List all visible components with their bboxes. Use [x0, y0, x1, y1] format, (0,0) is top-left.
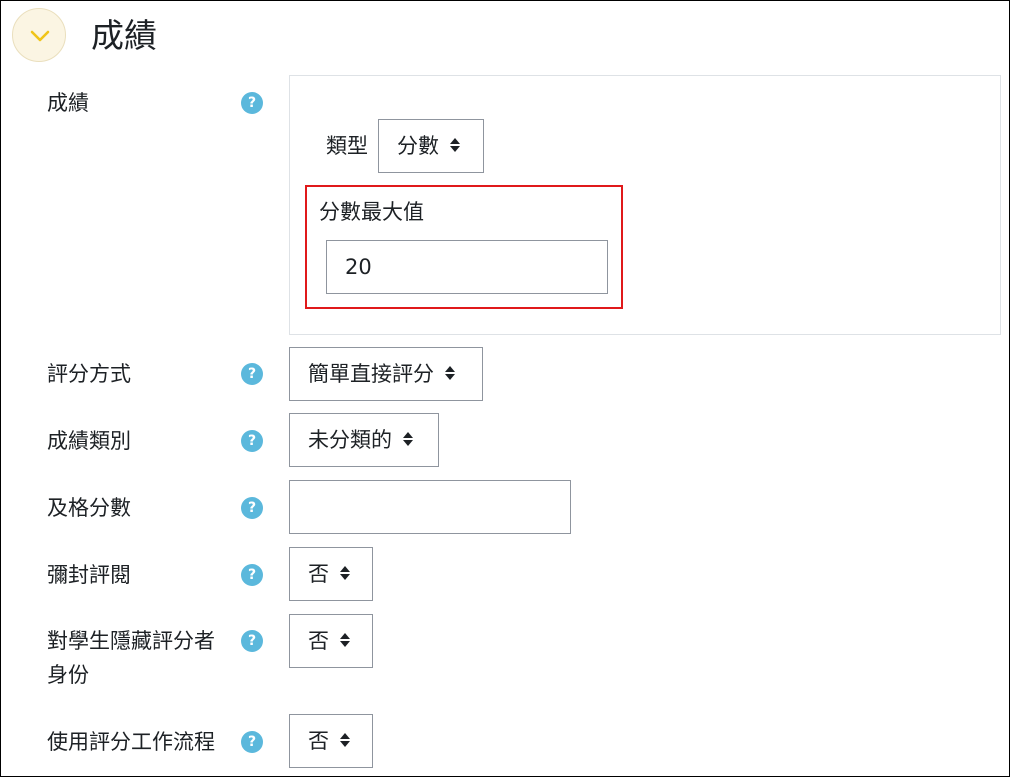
pass-grade-help-icon[interactable]: ? — [241, 497, 263, 519]
grade-category-select[interactable]: 未分類的 — [289, 413, 439, 467]
marking-workflow-select[interactable]: 否 — [289, 714, 373, 768]
max-grade-input[interactable]: 20 — [326, 240, 608, 294]
blind-marking-select[interactable]: 否 — [289, 547, 373, 601]
grading-method-value: 簡單直接評分 — [308, 362, 434, 386]
blind-marking-help-icon[interactable]: ? — [241, 564, 263, 586]
grade-help-icon[interactable]: ? — [241, 92, 263, 114]
blind-marking-value: 否 — [308, 562, 329, 586]
sort-caret-icon — [340, 566, 350, 580]
sort-caret-icon — [340, 733, 350, 747]
grade-label: 成績 — [47, 91, 89, 115]
grade-type-label: 類型 — [326, 134, 368, 158]
sort-caret-icon — [340, 633, 350, 647]
hide-grader-value: 否 — [308, 629, 329, 653]
hide-grader-label-line1: 對學生隱藏評分者 — [47, 629, 215, 653]
grade-type-value: 分數 — [397, 134, 439, 158]
sort-caret-icon — [450, 138, 460, 152]
pass-grade-label: 及格分數 — [47, 496, 131, 520]
marking-workflow-value: 否 — [308, 729, 329, 753]
grade-category-value: 未分類的 — [308, 428, 392, 452]
max-grade-label: 分數最大值 — [319, 200, 424, 224]
chevron-down-icon — [30, 30, 50, 42]
blind-marking-label: 彌封評閱 — [47, 563, 131, 587]
grading-method-help-icon[interactable]: ? — [241, 363, 263, 385]
grade-category-label: 成績類別 — [47, 429, 131, 453]
marking-workflow-help-icon[interactable]: ? — [241, 731, 263, 753]
collapse-section-button[interactable] — [12, 8, 66, 62]
grade-settings-panel: 成績 成績 ? 類型 分數 分數最大值 20 評分方式 ? 簡單直接評分 成績類… — [0, 0, 1010, 777]
hide-grader-help-icon[interactable]: ? — [241, 630, 263, 652]
grading-method-label: 評分方式 — [47, 362, 131, 386]
sort-caret-icon — [403, 432, 413, 446]
grade-category-help-icon[interactable]: ? — [241, 430, 263, 452]
hide-grader-label-line2: 身份 — [47, 663, 89, 687]
marking-workflow-label: 使用評分工作流程 — [47, 730, 215, 754]
grading-method-select[interactable]: 簡單直接評分 — [289, 347, 483, 401]
section-title: 成績 — [91, 16, 157, 55]
sort-caret-icon — [445, 366, 455, 380]
grade-type-select[interactable]: 分數 — [378, 119, 484, 173]
pass-grade-input[interactable] — [289, 480, 571, 534]
max-grade-value: 20 — [345, 255, 372, 279]
hide-grader-select[interactable]: 否 — [289, 614, 373, 668]
